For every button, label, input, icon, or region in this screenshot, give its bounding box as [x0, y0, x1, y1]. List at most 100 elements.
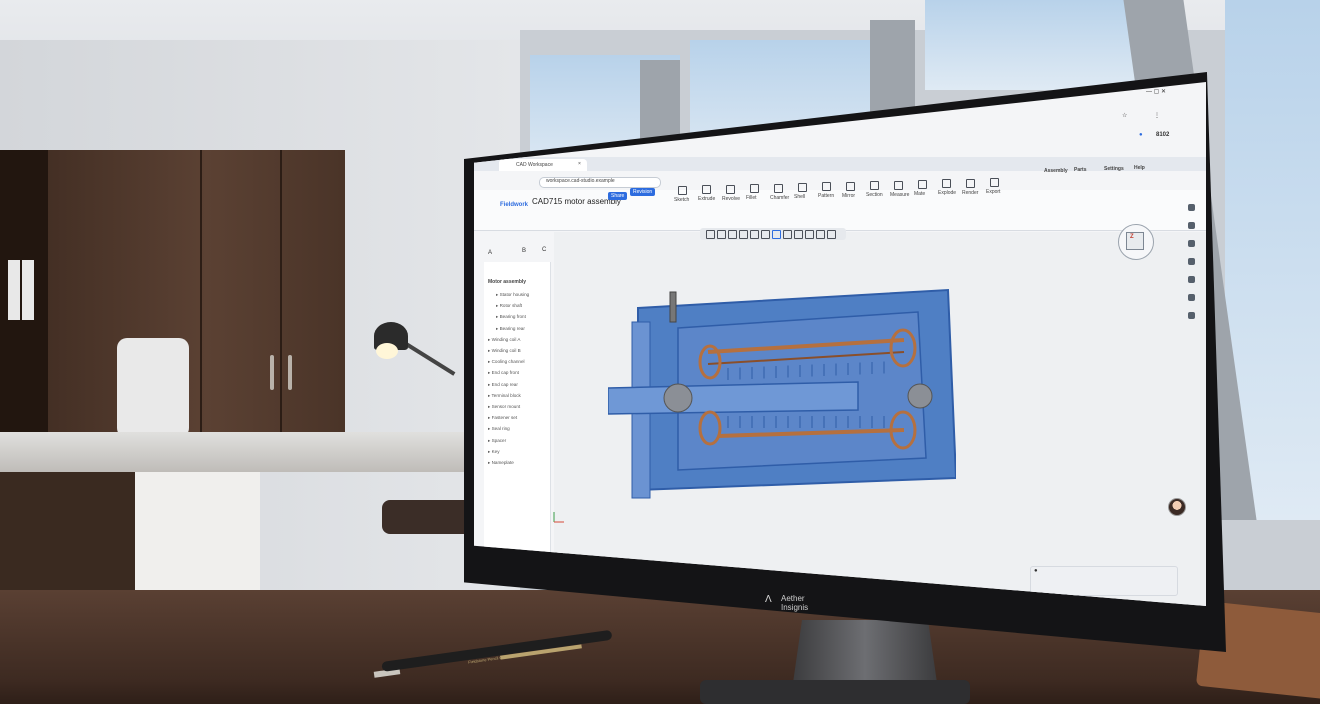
cabinet-handle — [288, 355, 292, 390]
view-tool-icon[interactable] — [728, 230, 737, 239]
motor-cross-section[interactable] — [608, 278, 956, 508]
toolbar-mirror-label: Mirror — [842, 192, 856, 199]
view-tool-icon[interactable] — [717, 230, 726, 239]
tree-item[interactable]: ▸ Key — [488, 449, 500, 455]
tree-item[interactable]: ▸ Winding coil A — [488, 337, 520, 343]
properties-icon[interactable] — [1188, 204, 1195, 211]
view-tool-icon[interactable] — [805, 230, 814, 239]
axis-label: Z — [1130, 234, 1134, 240]
layers-icon[interactable] — [1188, 294, 1195, 301]
office-scene: Fieldstone Pencil Co. Λ Aether Insignis —… — [0, 0, 1320, 704]
right-toolbar-assembly[interactable]: Assembly — [1044, 168, 1068, 174]
tree-item[interactable]: ▸ Nameplate — [488, 460, 514, 466]
monitor-base — [700, 680, 970, 704]
view-cube[interactable] — [1126, 232, 1144, 250]
tree-item[interactable]: ▸ Cooling channel — [488, 359, 525, 365]
toolbar-explode-icon[interactable] — [942, 179, 951, 189]
tools-icon[interactable] — [1188, 276, 1195, 283]
chat-icon[interactable]: ● — [1034, 568, 1038, 574]
sidebar-tab-c[interactable]: C — [542, 247, 546, 253]
toolbar-mate-icon[interactable] — [918, 180, 927, 189]
toolbar-export-label: Export — [986, 189, 1001, 196]
collaborator-avatar[interactable] — [1168, 498, 1186, 516]
view-tool-icon[interactable] — [750, 230, 759, 239]
tree-item[interactable]: ▸ Rotor shaft — [496, 303, 522, 309]
toolbar-revolve-icon[interactable] — [726, 184, 735, 194]
right-toolbar-help[interactable]: Help — [1134, 165, 1145, 171]
toolbar-measure-icon[interactable] — [894, 180, 903, 190]
mass-icon[interactable] — [1188, 240, 1195, 247]
tree-root[interactable]: Motor assembly — [488, 279, 526, 285]
menu-dots-icon[interactable]: ⋮ — [1154, 112, 1160, 119]
back-desk-top — [0, 432, 470, 472]
toolbar-export-icon[interactable] — [990, 178, 999, 188]
cabinet-seam — [200, 150, 202, 450]
view-tool-icon[interactable] — [739, 230, 748, 239]
view-tool-icon[interactable] — [794, 230, 803, 239]
toolbar-mate-label: Mate — [914, 191, 926, 197]
tree-item[interactable]: ▸ Sensor mount — [488, 404, 520, 410]
toolbar-render-label: Render — [962, 189, 979, 196]
app-logo[interactable]: Fieldwork — [500, 202, 528, 208]
tree-item[interactable]: ▸ Winding coil B — [488, 348, 521, 354]
toolbar-chamfer-label: Chamfer — [770, 194, 790, 201]
tree-item[interactable]: ▸ End cap front — [488, 370, 519, 376]
tree-item[interactable]: ▸ Terminal block — [488, 393, 521, 399]
tab-title: CAD Workspace — [516, 162, 553, 168]
brand-logo-icon: Λ — [765, 594, 772, 605]
right-toolbar-settings[interactable]: Settings — [1104, 166, 1124, 172]
window-controls[interactable]: — ▢ ✕ — [1146, 88, 1166, 95]
tree-item[interactable]: ▸ Spacer — [488, 438, 506, 444]
toolbar-shell-label: Shell — [794, 194, 806, 200]
toolbar-pattern-icon[interactable] — [822, 182, 831, 192]
cabinet-seam — [280, 150, 282, 450]
toolbar-extrude-icon[interactable] — [702, 185, 711, 195]
appearance-icon[interactable] — [1188, 222, 1195, 229]
toolbar-shell-icon[interactable] — [798, 183, 807, 192]
toolbar-mirror-icon[interactable] — [846, 181, 855, 191]
toolbar-render-icon[interactable] — [966, 178, 975, 188]
white-office-chair — [117, 338, 189, 438]
connect-icon[interactable] — [1188, 258, 1195, 265]
tree-item[interactable]: ▸ Stator housing — [496, 292, 529, 298]
bookmark-star-icon[interactable]: ☆ — [1122, 112, 1127, 119]
monitor-screen: — ▢ ✕ ☆ ⋮ 8102 ● CAD Workspace × workspa… — [474, 82, 1206, 606]
tree-item[interactable]: ▸ Seal ring — [488, 426, 510, 432]
view-tool-icon[interactable] — [706, 230, 715, 239]
view-tool-icon[interactable] — [761, 230, 770, 239]
sidebar-tab-a[interactable]: A — [488, 250, 492, 256]
sensor-post — [669, 291, 677, 323]
toolbar-fillet-label: Fillet — [746, 195, 757, 202]
front-bearing — [663, 383, 693, 413]
share-button[interactable]: Share — [608, 192, 628, 200]
view-tool-icon[interactable] — [783, 230, 792, 239]
toolbar-revolve-label: Revolve — [722, 195, 741, 202]
tree-item[interactable]: ▸ End cap rear — [488, 382, 518, 388]
axis-triad — [553, 512, 564, 523]
toolbar-pattern-label: Pattern — [818, 193, 835, 200]
tab-close-icon[interactable]: × — [578, 161, 581, 167]
view-tool-icon[interactable] — [816, 230, 825, 239]
sidebar-tab-b[interactable]: B — [522, 248, 526, 254]
chat-panel[interactable] — [1030, 566, 1178, 596]
cabinet-handle — [270, 355, 274, 390]
toolbar-fillet-icon[interactable] — [750, 184, 759, 194]
database-icon[interactable] — [1188, 312, 1195, 319]
view-tool-icon[interactable] — [772, 230, 781, 239]
toolbar-section-label: Section — [866, 192, 883, 199]
view-tool-icon[interactable] — [827, 230, 836, 239]
tree-item[interactable]: ▸ Bearing rear — [496, 326, 525, 332]
right-toolbar-parts[interactable]: Parts — [1074, 167, 1087, 173]
toolbar-sketch-icon[interactable] — [678, 186, 687, 195]
user-count: 8102 — [1156, 132, 1170, 138]
user-icon[interactable]: ● — [1139, 132, 1143, 138]
tree-item[interactable]: ▸ Fastener set — [488, 415, 517, 421]
toolbar-section-icon[interactable] — [870, 181, 879, 191]
toolbar-chamfer-icon[interactable] — [774, 183, 783, 193]
toolbar-explode-label: Explode — [938, 190, 957, 197]
url-text: workspace.cad-studio.example — [546, 178, 615, 184]
revision-button[interactable]: Revision — [630, 188, 656, 196]
toolbar-measure-label: Measure — [890, 191, 910, 198]
window-pane — [925, 0, 1155, 90]
tree-item[interactable]: ▸ Bearing front — [496, 314, 526, 320]
